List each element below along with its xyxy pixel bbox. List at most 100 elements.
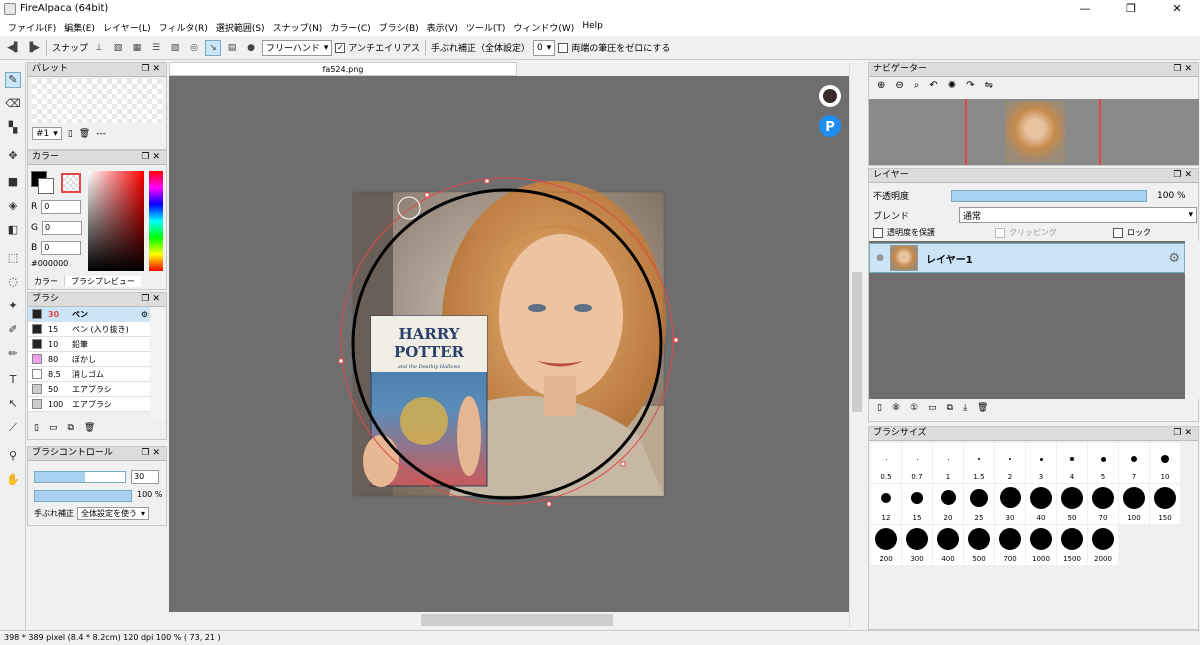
zoom-reset-icon[interactable]: ⌕ <box>914 80 920 91</box>
merge-down-icon[interactable]: ⤓ <box>963 403 967 413</box>
pen-tool-icon[interactable]: ✎ <box>5 72 21 88</box>
brush-size-cell[interactable]: 1.5 <box>964 443 994 483</box>
brush-size-cell[interactable]: 400 <box>933 525 963 565</box>
canvas-vertical-scrollbar[interactable] <box>849 62 863 628</box>
menu-brush[interactable]: ブラシ(B) <box>375 18 423 36</box>
brush-settings-icon[interactable]: ⚙ <box>141 310 148 319</box>
brush-size-cell[interactable]: 100 <box>1119 484 1149 524</box>
brush-size-cell[interactable]: 4 <box>1057 443 1087 483</box>
brush-item[interactable]: 15 ペン (入り抜き) <box>28 322 150 337</box>
eyedropper-icon[interactable]: ⚲ <box>5 448 21 464</box>
brush-size-cell[interactable]: 0.5 <box>871 443 901 483</box>
brush-size-cell[interactable]: 0.7 <box>902 443 932 483</box>
menu-layer[interactable]: レイヤー(L) <box>99 18 155 36</box>
stabilizer-select[interactable]: 全体設定を使う ▾ <box>77 507 150 520</box>
brush-size-cell[interactable]: 1 <box>933 443 963 483</box>
snap-concentric-icon[interactable]: ◎ <box>186 40 202 56</box>
snap-radial-icon[interactable]: ↘ <box>205 39 222 56</box>
brush-duplicate-icon[interactable]: ⧉ <box>67 423 73 433</box>
background-color[interactable] <box>38 178 54 194</box>
magic-wand-icon[interactable]: ✦ <box>5 298 21 314</box>
layer-row[interactable]: ● レイヤー1 ⚙ <box>869 243 1185 273</box>
brush-size-cell[interactable]: 150 <box>1150 484 1180 524</box>
canvas-horizontal-scrollbar[interactable] <box>169 612 849 628</box>
brush-size-cell[interactable]: 200 <box>871 525 901 565</box>
brush-size-cell[interactable]: 3 <box>1026 443 1056 483</box>
brush-folder-icon[interactable]: ▭ <box>49 423 58 433</box>
stabilizer-select[interactable]: 0 ▾ <box>533 39 556 56</box>
brush-size-cell[interactable]: 500 <box>964 525 994 565</box>
brush-item[interactable]: 100 エアブラシ <box>28 397 150 412</box>
delete-layer-icon[interactable]: 🗑 <box>977 403 988 413</box>
rotate-left-icon[interactable]: ◀▌ <box>6 40 22 56</box>
bucket-tool-icon[interactable]: ◈ <box>5 198 21 214</box>
move-tool-icon[interactable]: ✥ <box>5 148 21 164</box>
rotate-cw-icon[interactable]: ↷ <box>966 80 974 91</box>
brush-size-cell[interactable]: 1000 <box>1026 525 1056 565</box>
snap-perspective-icon[interactable]: ▤ <box>224 40 240 56</box>
menu-filter[interactable]: フィルタ(R) <box>155 18 212 36</box>
snap-off-icon[interactable]: ⊥ <box>91 40 107 56</box>
rotate-ccw-icon[interactable]: ↶ <box>929 80 937 91</box>
brush-size-cell[interactable]: 2000 <box>1088 525 1118 565</box>
select-eraser-icon[interactable]: ✏ <box>5 346 21 362</box>
saturation-value-picker[interactable] <box>88 171 144 271</box>
brush-delete-icon[interactable]: 🗑 <box>84 423 95 433</box>
menu-color[interactable]: カラー(C) <box>326 18 374 36</box>
select-rect-icon[interactable]: ⬚ <box>5 250 21 266</box>
divide-tool-icon[interactable]: ⟋ <box>5 420 21 436</box>
brush-size-cell[interactable]: 10 <box>1150 443 1180 483</box>
brush-size-cell[interactable]: 40 <box>1026 484 1056 524</box>
snap-parallel-icon[interactable]: ▨ <box>110 40 126 56</box>
layer-settings-icon[interactable]: ⚙ <box>1168 251 1180 266</box>
brush-size-cell[interactable]: 12 <box>871 484 901 524</box>
menu-file[interactable]: ファイル(F) <box>4 18 60 36</box>
menu-window[interactable]: ウィンドウ(W) <box>509 18 578 36</box>
menu-help[interactable]: Help <box>578 18 607 36</box>
brush-size-cell[interactable]: 7 <box>1119 443 1149 483</box>
size-slider[interactable] <box>34 471 126 483</box>
lasso-tool-icon[interactable]: ◌ <box>5 274 21 290</box>
snap-horizontal-icon[interactable]: ☰ <box>148 40 164 56</box>
menu-select[interactable]: 選択範囲(S) <box>212 18 269 36</box>
flip-icon[interactable]: ⇋ <box>985 80 993 91</box>
palette-delete-icon[interactable]: 🗑 <box>79 129 90 139</box>
layer-visibility-icon[interactable]: ● <box>870 253 890 263</box>
gradient-tool-icon[interactable]: ◧ <box>5 222 21 238</box>
size-field[interactable]: 30 <box>131 470 159 484</box>
rotate-reset-icon[interactable]: ✺ <box>948 80 956 91</box>
menu-view[interactable]: 表示(V) <box>423 18 462 36</box>
menu-tool[interactable]: ツール(T) <box>462 18 510 36</box>
r-field[interactable]: 0 <box>41 200 82 214</box>
snap-diagonal-icon[interactable]: ▧ <box>167 40 183 56</box>
menu-edit[interactable]: 編集(E) <box>60 18 99 36</box>
opacity-slider[interactable] <box>34 490 132 502</box>
brush-item[interactable]: 8.5 消しゴム <box>28 367 150 382</box>
palette-new-icon[interactable]: ▯ <box>68 129 73 139</box>
snap-point-icon[interactable]: ● <box>243 40 259 56</box>
brush-item[interactable]: 50 エアブラシ <box>28 382 150 397</box>
brush-item[interactable]: 30 ペン ⚙ <box>28 307 150 322</box>
new-8bit-layer-icon[interactable]: ⑧ <box>892 403 900 413</box>
brush-size-cell[interactable]: 700 <box>995 525 1025 565</box>
brush-size-cell[interactable]: 20 <box>933 484 963 524</box>
g-field[interactable]: 0 <box>41 221 82 235</box>
canvas-area[interactable]: HARRY POTTER and the Deathly Hallows P <box>169 76 849 612</box>
brush-size-cell[interactable]: 70 <box>1088 484 1118 524</box>
duplicate-layer-icon[interactable]: ⧉ <box>947 403 953 413</box>
tab-brush-preview[interactable]: ブラシプレビュー <box>65 275 141 287</box>
zoom-in-icon[interactable]: ⊕ <box>877 80 885 91</box>
stroke-mode-select[interactable]: フリーハンド ▾ <box>262 39 333 56</box>
blend-select[interactable]: 通常 ▾ <box>959 207 1197 223</box>
operation-tool-icon[interactable]: ↖ <box>5 396 21 412</box>
navigator-preview[interactable] <box>869 99 1199 165</box>
rotate-right-icon[interactable]: ▐▶ <box>25 40 41 56</box>
brush-size-cell[interactable]: 300 <box>902 525 932 565</box>
antialias-checkbox[interactable]: ✓ <box>335 42 346 53</box>
b-field[interactable]: 0 <box>41 241 82 255</box>
brush-size-cell[interactable]: 50 <box>1057 484 1087 524</box>
brush-item[interactable]: 80 ぼかし <box>28 352 150 367</box>
brush-size-cell[interactable]: 1500 <box>1057 525 1087 565</box>
hand-tool-icon[interactable]: ✋ <box>5 472 21 488</box>
brush-item[interactable]: 10 鉛筆 <box>28 337 150 352</box>
